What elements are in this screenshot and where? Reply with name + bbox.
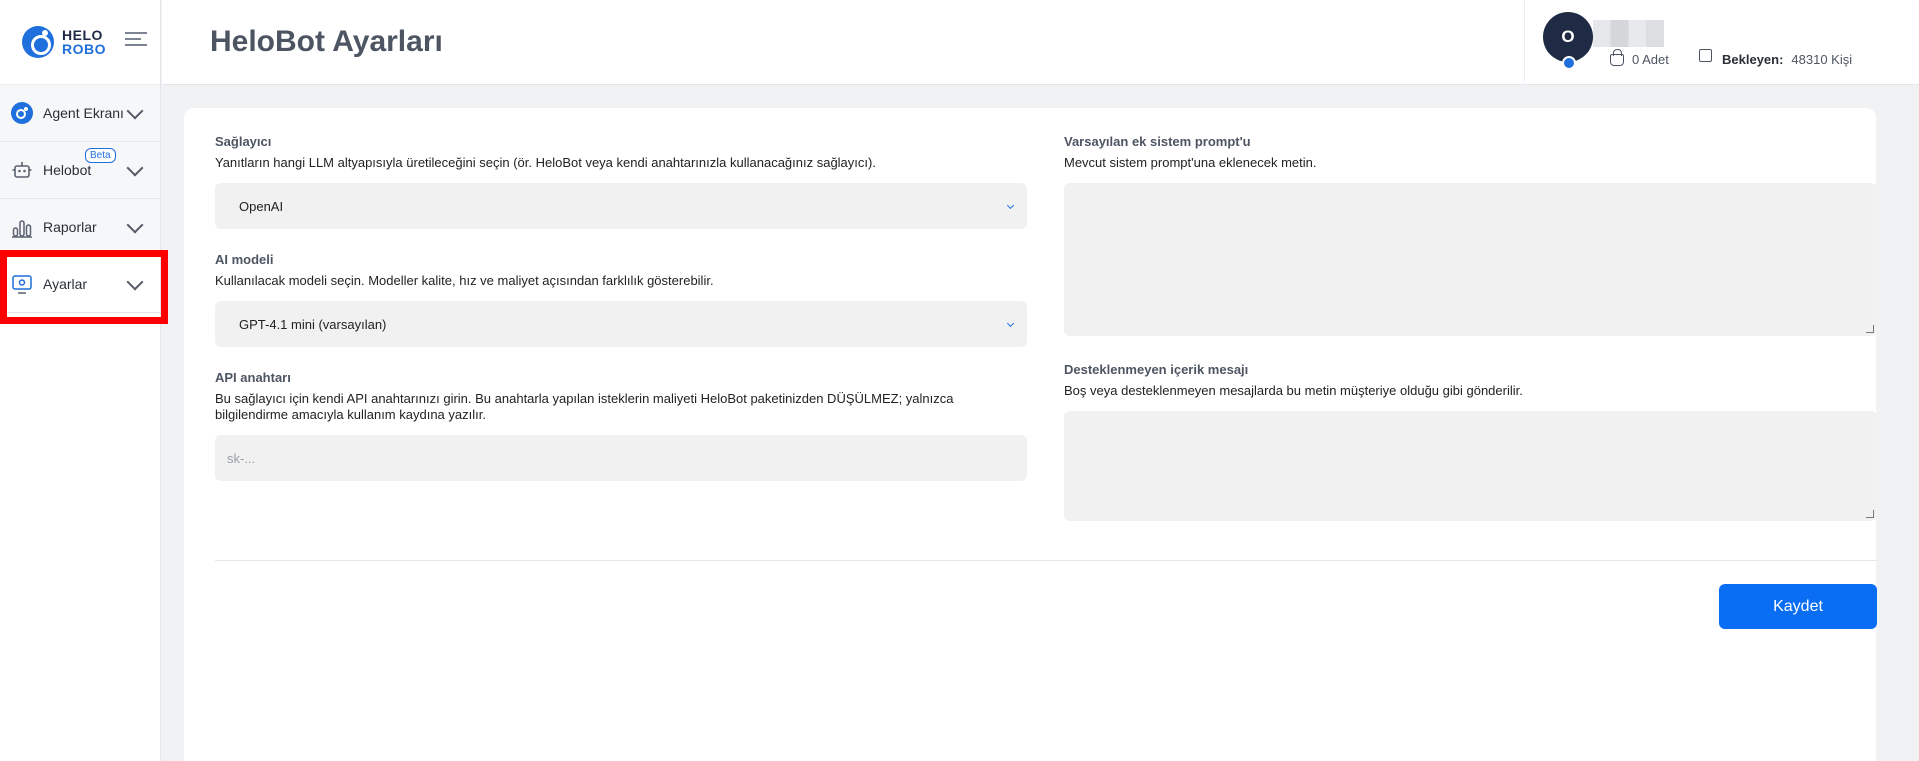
- waiting-count: Bekleyen: 48310 Kişi: [1699, 49, 1853, 67]
- chevron-down-icon: [1006, 201, 1015, 210]
- provider-help: Yanıtların hangi LLM altyapısıyla üretil…: [215, 155, 876, 170]
- model-help: Kullanılacak modeli seçin. Modeller kali…: [215, 273, 714, 288]
- chevron-down-icon: [126, 102, 144, 120]
- model-select[interactable]: GPT-4.1 mini (varsayılan): [215, 301, 1027, 347]
- api-key-help: Bu sağlayıcı için kendi API anahtarınızı…: [215, 391, 954, 422]
- basket-icon: [1610, 48, 1624, 66]
- sidebar-item-label: Helobot: [43, 162, 92, 178]
- api-key-input[interactable]: sk-...: [215, 435, 1027, 481]
- sidebar: HELO ROBO Agent Ekranı Helobot Beta Rapo…: [0, 0, 161, 761]
- user-name-redacted: [1593, 20, 1664, 47]
- sidebar-item-ayarlar[interactable]: Ayarlar: [0, 256, 160, 313]
- unsupported-message-help: Boş veya desteklenmeyen mesajlarda bu me…: [1064, 383, 1523, 398]
- sidebar-item-label: Agent Ekranı: [43, 105, 124, 121]
- waiting-label: Bekleyen:: [1722, 52, 1784, 67]
- system-prompt-field: Varsayılan ek sistem prompt'u Mevcut sis…: [1064, 134, 1877, 336]
- api-key-field: API anahtarı Bu sağlayıcı için kendi API…: [215, 370, 1027, 481]
- provider-value: OpenAI: [239, 198, 284, 214]
- sidebar-item-agent-ekrani[interactable]: Agent Ekranı: [0, 85, 160, 142]
- system-prompt-textarea[interactable]: [1064, 183, 1877, 336]
- sidebar-item-raporlar[interactable]: Raporlar: [0, 199, 160, 256]
- settings-icon: [10, 272, 34, 296]
- sidebar-item-label: Raporlar: [43, 219, 97, 235]
- settings-card: Sağlayıcı Yanıtların hangi LLM altyapısı…: [184, 108, 1877, 761]
- model-label: AI modeli: [215, 252, 274, 267]
- beta-badge: Beta: [85, 148, 116, 163]
- header-user-panel: O 0 Adet Bekleyen: 48310 Kişi: [1524, 0, 1919, 85]
- waiting-value: 48310 Kişi: [1791, 52, 1853, 67]
- provider-select[interactable]: OpenAI: [215, 183, 1027, 229]
- model-value: GPT-4.1 mini (varsayılan): [239, 316, 387, 332]
- basket-text: 0 Adet: [1632, 52, 1669, 67]
- api-key-label: API anahtarı: [215, 370, 291, 385]
- resize-handle-icon[interactable]: [1866, 325, 1874, 333]
- page-title: HeloBot Ayarları: [210, 25, 443, 58]
- header: HeloBot Ayarları O 0 Adet Bekleyen: 4831…: [162, 0, 1919, 85]
- save-button[interactable]: Kaydet: [1719, 584, 1877, 629]
- chevron-down-icon: [126, 159, 144, 177]
- sidebar-item-label: Ayarlar: [43, 276, 88, 292]
- system-prompt-help: Mevcut sistem prompt'una eklenecek metin…: [1064, 155, 1317, 170]
- robot-icon: [10, 158, 34, 182]
- status-check-icon: [1562, 56, 1576, 70]
- avatar[interactable]: O: [1543, 12, 1593, 62]
- system-prompt-label: Varsayılan ek sistem prompt'u: [1064, 134, 1251, 149]
- unsupported-message-field: Desteklenmeyen içerik mesajı Boş veya de…: [1064, 362, 1877, 521]
- provider-field: Sağlayıcı Yanıtların hangi LLM altyapısı…: [215, 134, 1027, 229]
- chevron-down-icon: [126, 273, 144, 291]
- logo-icon: [22, 26, 54, 58]
- chart-icon: [10, 215, 34, 239]
- chevron-down-icon: [126, 216, 144, 234]
- provider-label: Sağlayıcı: [215, 134, 272, 149]
- basket-count[interactable]: 0 Adet: [1610, 48, 1669, 67]
- chevron-down-icon: [1006, 319, 1015, 328]
- unsupported-message-textarea[interactable]: [1064, 411, 1877, 521]
- model-field: AI modeli Kullanılacak modeli seçin. Mod…: [215, 252, 1027, 347]
- agent-icon: [10, 101, 34, 125]
- sidebar-item-helobot[interactable]: Helobot Beta: [0, 142, 160, 199]
- divider: [215, 560, 1877, 561]
- menu-toggle-icon[interactable]: [125, 32, 149, 50]
- resize-handle-icon[interactable]: [1866, 510, 1874, 518]
- logo-text-line2: ROBO: [62, 41, 106, 57]
- waiting-icon: [1699, 49, 1712, 62]
- logo-text-line1: HELO: [62, 27, 103, 43]
- unsupported-message-label: Desteklenmeyen içerik mesajı: [1064, 362, 1249, 377]
